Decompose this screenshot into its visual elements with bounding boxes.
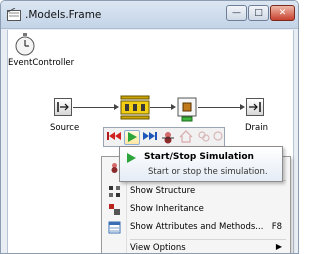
menu-item-label: Show Structure [130,186,196,196]
statistics-button[interactable] [196,130,212,145]
menu-item-label: Show Inheritance [130,204,204,214]
connector [73,107,116,108]
debug-bug-icon [162,132,174,144]
reset-button[interactable] [106,130,122,145]
play-icon [127,153,136,163]
menu-item-show-attributes[interactable]: Show Attributes and Methods... F8 [102,218,290,238]
remove-button[interactable] [212,130,224,145]
structure-icon [107,185,121,198]
minimize-button[interactable]: — [226,5,247,21]
close-button[interactable]: ✕ [270,5,295,21]
tooltip-title: Start/Stop Simulation [144,152,254,162]
attributes-table-icon [107,221,121,234]
start-stop-button[interactable] [124,130,140,145]
menu-item-label: View Options [130,243,186,253]
debug-button[interactable] [160,130,176,145]
title-bar[interactable]: .Models.Frame — □ ✕ [1,1,298,29]
maximize-button[interactable]: □ [248,5,269,21]
connector-arrow-icon [240,104,245,110]
source-label: Source [50,123,80,133]
play-icon [128,132,137,142]
menu-shortcut: F8 [271,222,282,232]
fast-forward-icon [143,132,157,140]
step-button[interactable] [142,130,158,145]
menu-item-show-inheritance[interactable]: Show Inheritance [102,200,290,220]
inheritance-icon [107,203,121,216]
submenu-arrow-icon: ▶ [275,242,282,251]
source-block[interactable] [54,98,72,116]
connector [198,107,242,108]
remove-icon [213,131,223,141]
tooltip: Start/Stop Simulation Start or stop the … [119,146,283,182]
tooltip-description: Start or stop the simulation. [148,167,268,177]
connector [150,107,173,108]
menu-item-view-options[interactable]: View Options ▶ [102,236,290,253]
connector-arrow-icon [114,104,119,110]
window-title: .Models.Frame [25,9,102,21]
menu-item-show-structure[interactable]: Show Structure [102,182,290,202]
drain-label: Drain [245,123,268,133]
simulation-toolbar [103,127,225,147]
home-icon [179,130,193,143]
event-controller-label: EventController [8,58,75,68]
home-button[interactable] [178,130,194,145]
model-frame-icon [7,8,21,21]
reset-icon [107,132,121,140]
statistics-icon [198,131,210,142]
station-icon[interactable] [120,95,150,121]
drain-arrow-icon [249,102,261,112]
source-arrow-icon [57,102,69,112]
model-window: .Models.Frame — □ ✕ EventController Sour… [0,0,299,254]
drain-block[interactable] [246,98,264,116]
menu-item-label: Show Attributes and Methods... [130,222,264,232]
buffer-icon[interactable] [176,97,198,123]
stopwatch-icon[interactable] [14,33,36,57]
